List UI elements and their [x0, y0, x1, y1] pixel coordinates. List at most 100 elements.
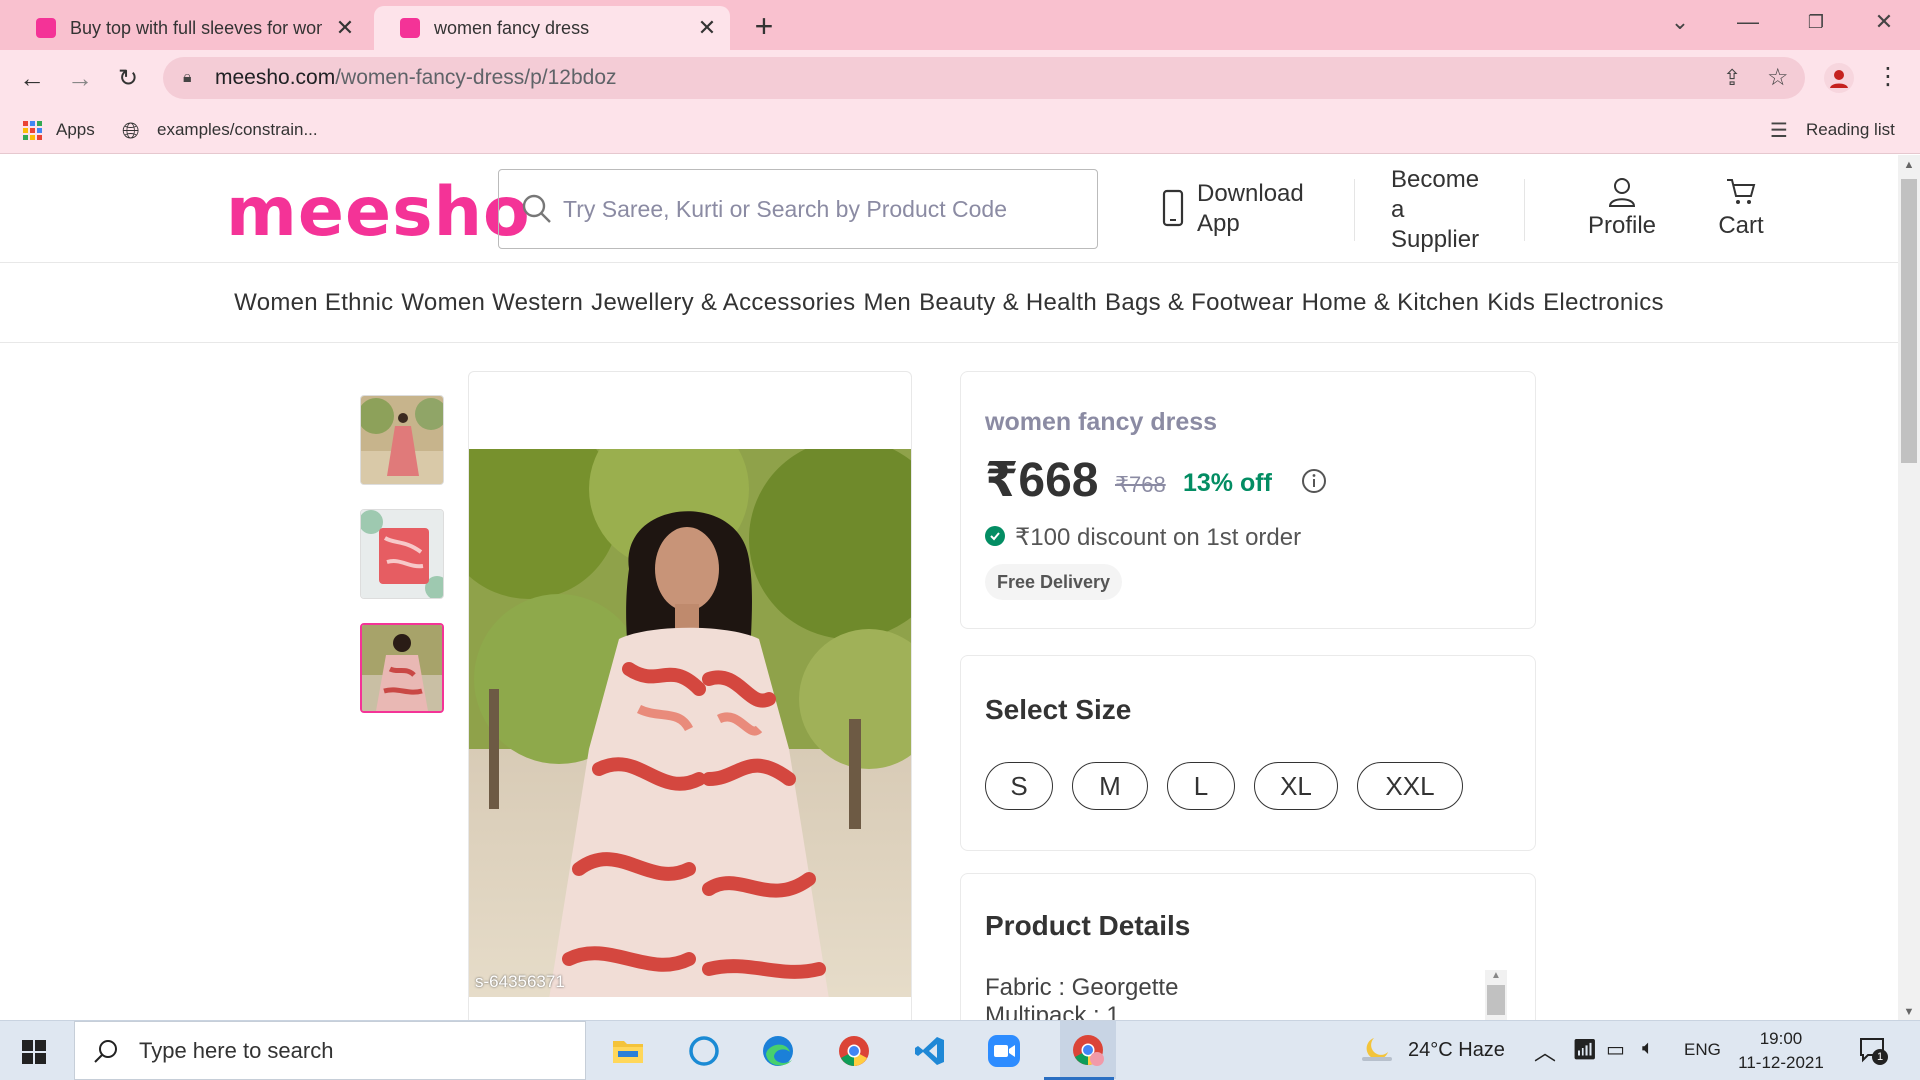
product-price: ₹668	[985, 454, 1099, 507]
divider	[1354, 179, 1355, 241]
discount-percent: 13% off	[1183, 469, 1272, 497]
size-card: Select Size S M L XL XXL	[960, 655, 1536, 851]
detail-multipack: Multipack : 1	[985, 1002, 1120, 1020]
search-box[interactable]: Try Saree, Kurti or Search by Product Co…	[498, 169, 1098, 249]
meesho-favicon	[36, 18, 56, 38]
become-supplier-link[interactable]: Become a Supplier	[1391, 165, 1479, 255]
address-bar[interactable]: 🔒︎ meesho.com/women-fancy-dress/p/12bdoz…	[163, 57, 1805, 99]
globe-icon: 🌐︎	[122, 118, 140, 143]
reading-list[interactable]: Reading list	[1806, 120, 1895, 140]
profile-link[interactable]: Profile	[1582, 177, 1662, 240]
notifications-icon[interactable]: 1	[1858, 1035, 1888, 1065]
chrome-icon[interactable]	[834, 1031, 874, 1071]
url-text: meesho.com/women-fancy-dress/p/12bdoz	[215, 66, 617, 89]
share-icon[interactable]: ⇪	[1723, 65, 1741, 91]
download-app-link[interactable]: Download App	[1197, 179, 1304, 239]
close-icon[interactable]: ✕	[692, 13, 722, 43]
star-icon[interactable]: ☆	[1767, 63, 1789, 92]
volume-icon[interactable]: 🔈︎	[1642, 1037, 1654, 1060]
chrome-active-icon[interactable]	[1060, 1021, 1116, 1079]
tray-chevron-icon[interactable]: ︿	[1534, 1035, 1556, 1067]
product-mrp: ₹768	[1115, 472, 1166, 497]
product-main-image[interactable]: s-64356371	[468, 371, 912, 1020]
menu-kebab-icon[interactable]: ⋮	[1876, 62, 1900, 91]
tab-search-icon[interactable]: ⌄	[1650, 0, 1710, 44]
category-bags[interactable]: Bags & Footwear	[1105, 289, 1294, 317]
size-xxl-button[interactable]: XXL	[1357, 762, 1463, 810]
weather-text[interactable]: 24°C Haze	[1408, 1039, 1505, 1062]
reading-list-icon: ☰	[1770, 120, 1788, 142]
bookmarks-bar: Apps 🌐︎ examples/constrain... ☰ Reading …	[0, 106, 1920, 154]
forward-icon[interactable]: →	[60, 58, 100, 98]
battery-icon[interactable]: ▭	[1606, 1037, 1625, 1062]
category-women-western[interactable]: Women Western	[401, 289, 583, 317]
product-thumbnail-selected[interactable]	[360, 623, 444, 713]
details-scrollbar[interactable]: ▲	[1485, 970, 1507, 1020]
taskbar-search[interactable]: Type here to search	[74, 1021, 586, 1080]
size-m-button[interactable]: M	[1072, 762, 1148, 810]
meesho-logo[interactable]: meesho	[226, 173, 531, 252]
category-kids[interactable]: Kids	[1487, 289, 1535, 317]
size-xl-button[interactable]: XL	[1254, 762, 1338, 810]
tab-strip: Buy top with full sleeves for wom ✕ wome…	[0, 0, 1920, 50]
category-home[interactable]: Home & Kitchen	[1302, 289, 1480, 317]
category-beauty[interactable]: Beauty & Health	[919, 289, 1097, 317]
cart-link[interactable]: Cart	[1706, 177, 1776, 240]
apps-grid-icon	[22, 120, 44, 142]
category-men[interactable]: Men	[863, 289, 911, 317]
weather-moon-icon	[1362, 1038, 1392, 1061]
category-nav: Women Ethnic Women Western Jewellery & A…	[0, 263, 1898, 343]
offer-badge-icon	[985, 526, 1005, 546]
price-card: women fancy dress ₹668 ₹768 13% off ₹100…	[960, 371, 1536, 629]
zoom-icon[interactable]	[984, 1031, 1024, 1071]
cortana-icon[interactable]	[684, 1031, 724, 1071]
category-jewellery[interactable]: Jewellery & Accessories	[591, 289, 855, 317]
bookmark-examples[interactable]: examples/constrain...	[157, 120, 318, 140]
language-indicator[interactable]: ENG	[1684, 1040, 1721, 1060]
product-details-card: Product Details Fabric : Georgette Multi…	[960, 873, 1536, 1020]
select-size-title: Select Size	[985, 694, 1132, 725]
product-details-title: Product Details	[985, 910, 1191, 941]
back-icon[interactable]: ←	[12, 58, 52, 98]
detail-fabric: Fabric : Georgette	[985, 974, 1179, 1001]
first-order-discount: ₹100 discount on 1st order	[1015, 524, 1302, 551]
edge-icon[interactable]	[758, 1031, 798, 1071]
free-delivery-badge: Free Delivery	[985, 564, 1123, 600]
tab-women-fancy-dress[interactable]: women fancy dress ✕	[374, 6, 730, 50]
windows-taskbar: Type here to search 24°C Haze ︿ 📶︎ ▭ 🔈︎ …	[0, 1020, 1920, 1080]
size-l-button[interactable]: L	[1167, 762, 1235, 810]
dress-photo	[469, 449, 911, 997]
info-icon[interactable]	[1301, 468, 1327, 494]
browser-chrome: Buy top with full sleeves for wom ✕ wome…	[0, 0, 1920, 154]
reload-icon[interactable]: ↻	[108, 58, 148, 98]
close-icon[interactable]: ✕	[330, 13, 360, 43]
wifi-icon[interactable]: 📶︎	[1572, 1037, 1597, 1062]
bookmark-apps[interactable]: Apps	[56, 120, 95, 140]
search-icon	[94, 1039, 117, 1063]
vscode-icon[interactable]	[910, 1031, 950, 1071]
category-electronics[interactable]: Electronics	[1543, 289, 1664, 317]
product-thumbnail[interactable]	[360, 509, 444, 599]
size-s-button[interactable]: S	[985, 762, 1053, 810]
profile-avatar-icon[interactable]	[1824, 63, 1854, 93]
product-code: s-64356371	[475, 972, 565, 991]
profile-label: Profile	[1587, 212, 1657, 239]
window-close-icon[interactable]: ✕	[1854, 0, 1914, 44]
search-placeholder: Try Saree, Kurti or Search by Product Co…	[563, 195, 1008, 222]
browser-toolbar: ← → ↻ 🔒︎ meesho.com/women-fancy-dress/p/…	[0, 50, 1920, 106]
category-women-ethnic[interactable]: Women Ethnic	[234, 289, 393, 317]
file-explorer-icon[interactable]	[608, 1031, 648, 1071]
product-thumbnail[interactable]	[360, 395, 444, 485]
scrollbar-thumb[interactable]	[1901, 179, 1917, 463]
minimize-icon[interactable]: —	[1718, 0, 1778, 44]
new-tab-button[interactable]: +	[744, 6, 784, 46]
windows-start-icon[interactable]	[22, 1040, 46, 1064]
clock[interactable]: 19:00 11-12-2021	[1736, 1027, 1826, 1075]
mobile-phone-icon	[1162, 189, 1184, 227]
taskbar-search-placeholder: Type here to search	[139, 1037, 334, 1063]
product-title: women fancy dress	[985, 408, 1218, 436]
search-icon	[522, 194, 551, 223]
page-scrollbar[interactable]: ▲ ▼	[1898, 155, 1920, 1020]
restore-icon[interactable]: ❐	[1786, 0, 1846, 44]
tab-buy-top[interactable]: Buy top with full sleeves for wom ✕	[10, 6, 368, 50]
